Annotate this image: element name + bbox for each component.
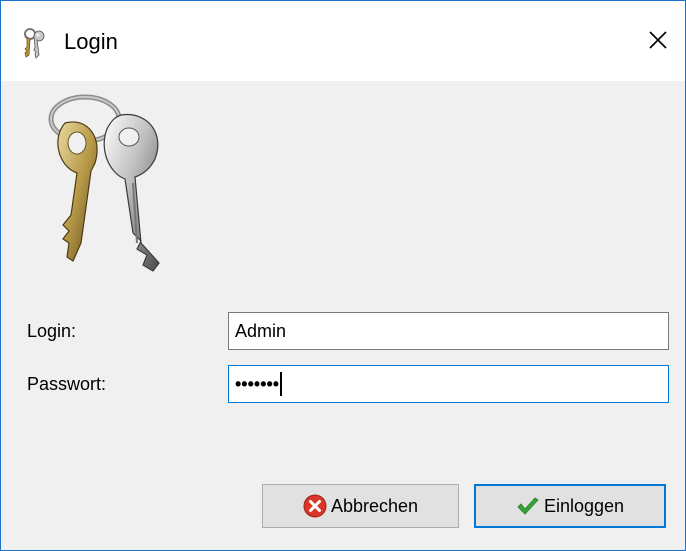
- keys-icon: [24, 28, 45, 59]
- text-caret: [280, 372, 283, 396]
- password-input[interactable]: •••••••: [228, 365, 669, 403]
- title-bar: Login: [1, 1, 685, 81]
- checkmark-icon: [517, 497, 539, 515]
- close-button[interactable]: [641, 23, 675, 57]
- close-icon: [649, 31, 667, 49]
- login-dialog: Login Login: Admin Passwort: ••••••• Abb…: [0, 0, 686, 551]
- login-label: Login:: [27, 321, 77, 341]
- login-button[interactable]: Einloggen: [474, 484, 666, 528]
- login-value: Admin: [235, 320, 287, 341]
- password-label: Passwort:: [27, 374, 107, 394]
- login-input[interactable]: Admin: [228, 312, 669, 350]
- password-value: •••••••: [235, 374, 280, 394]
- cancel-button-label: Abbrechen: [330, 495, 419, 516]
- keys-image: [48, 94, 160, 272]
- window-title: Login: [64, 29, 118, 54]
- cancel-button[interactable]: Abbrechen: [262, 484, 459, 528]
- login-button-label: Einloggen: [543, 495, 625, 516]
- cancel-x-icon: [303, 494, 327, 518]
